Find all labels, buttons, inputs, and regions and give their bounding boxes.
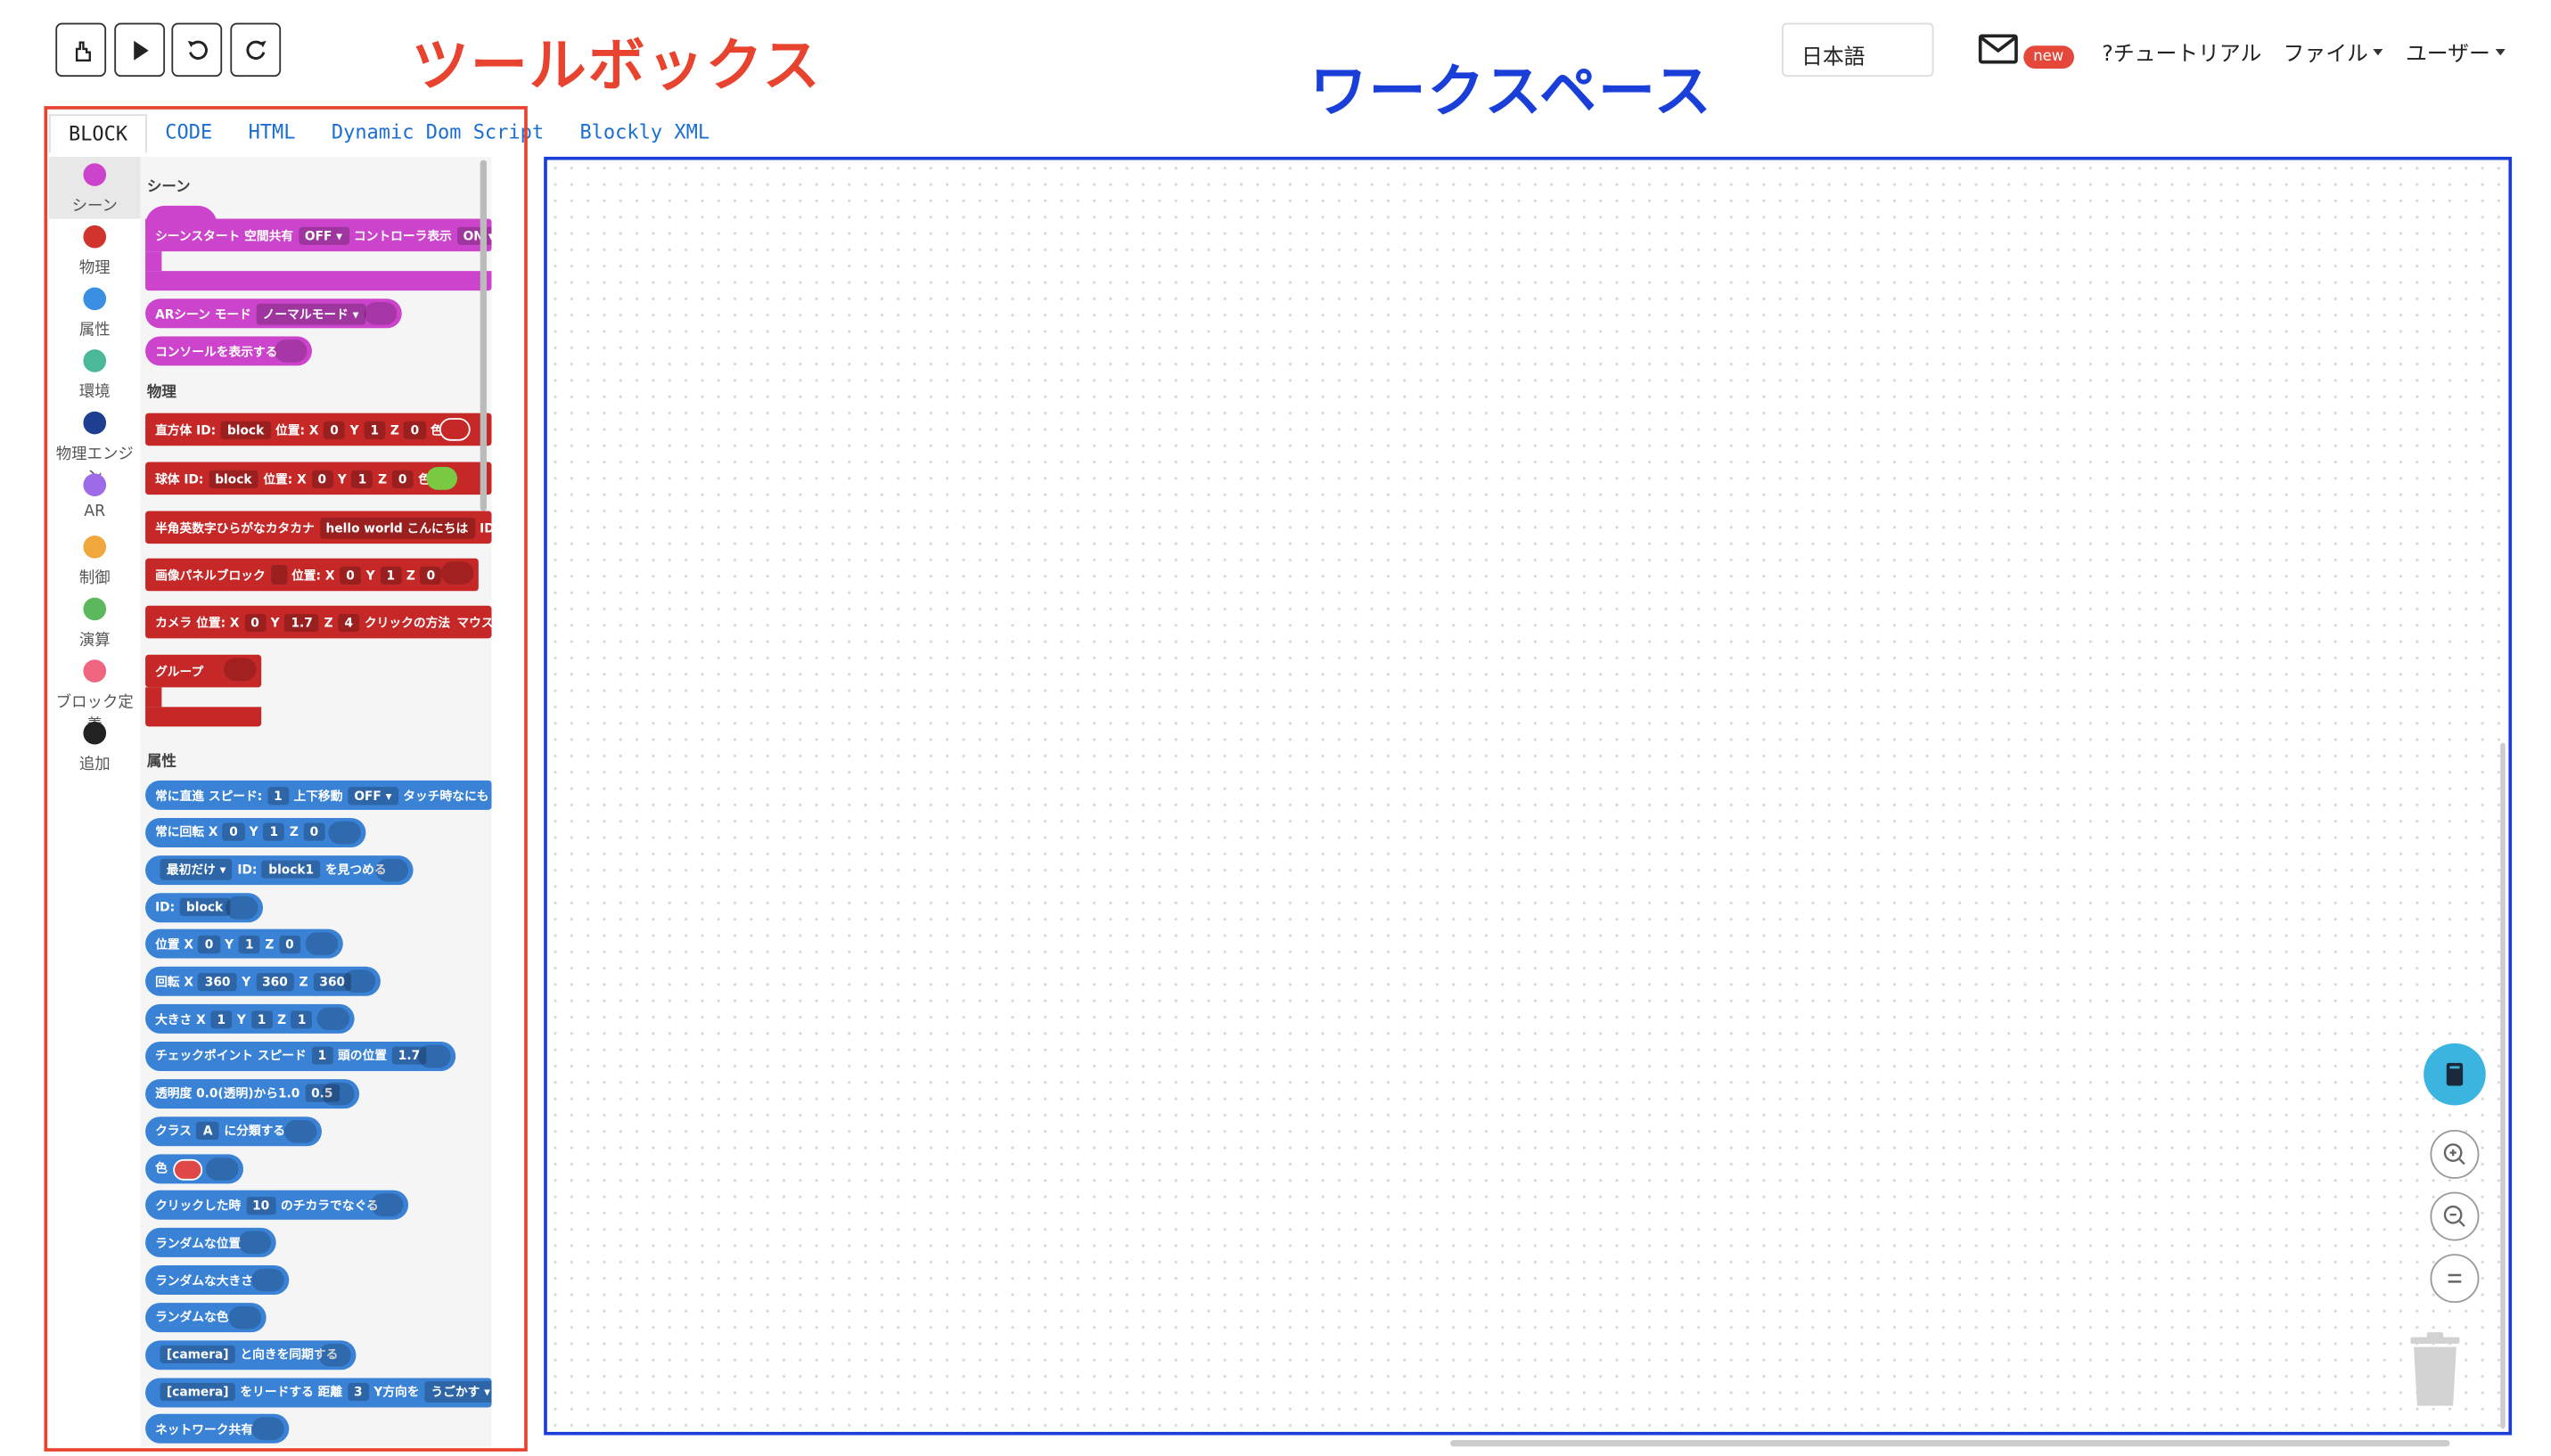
user-menu[interactable]: ユーザー (2405, 36, 2506, 68)
notebook-button[interactable] (2424, 1043, 2486, 1106)
file-menu[interactable]: ファイル (2284, 36, 2383, 67)
undo-icon (186, 39, 207, 59)
file-menu-label: ファイル (2283, 42, 2368, 68)
toolbox-annotation: ツールボックス (411, 34, 822, 100)
run-button[interactable] (114, 22, 166, 78)
caret-down-icon (2495, 48, 2506, 55)
notebook-icon (2446, 1062, 2464, 1086)
language-select[interactable]: 日本語 (1782, 22, 1934, 78)
new-badge: new (2023, 45, 2074, 69)
workspace-horizontal-scrollbar[interactable] (1450, 1440, 2450, 1447)
tutorial-label: ?チュートリアル (2102, 42, 2262, 68)
caret-down-icon (2373, 48, 2383, 55)
zoom-reset-icon (2448, 1273, 2462, 1283)
workspace-vertical-scrollbar[interactable] (2500, 742, 2506, 1429)
zoom-out-button[interactable] (2430, 1191, 2480, 1241)
zoom-reset-button[interactable] (2430, 1254, 2480, 1304)
redo-button[interactable] (230, 22, 282, 78)
toolbox-highlight (44, 106, 528, 1452)
workspace-canvas[interactable] (544, 156, 2513, 1436)
zoom-in-button[interactable] (2430, 1129, 2480, 1179)
zoom-out-icon (2443, 1205, 2465, 1227)
tab-blockly-xml[interactable]: Blockly XML (562, 114, 727, 153)
workspace-annotation: ワークスペース (1309, 60, 1713, 127)
redo-icon (245, 39, 266, 59)
hand-button[interactable] (55, 22, 107, 78)
hand-icon (75, 40, 91, 61)
trash-icon[interactable] (2406, 1330, 2465, 1409)
zoom-in-icon (2443, 1143, 2465, 1166)
tutorial-link[interactable]: ?チュートリアル (2102, 36, 2261, 67)
undo-button[interactable] (171, 22, 223, 78)
mail-icon[interactable] (1978, 33, 2023, 69)
user-menu-label: ユーザー (2405, 42, 2490, 68)
play-icon (133, 39, 148, 60)
